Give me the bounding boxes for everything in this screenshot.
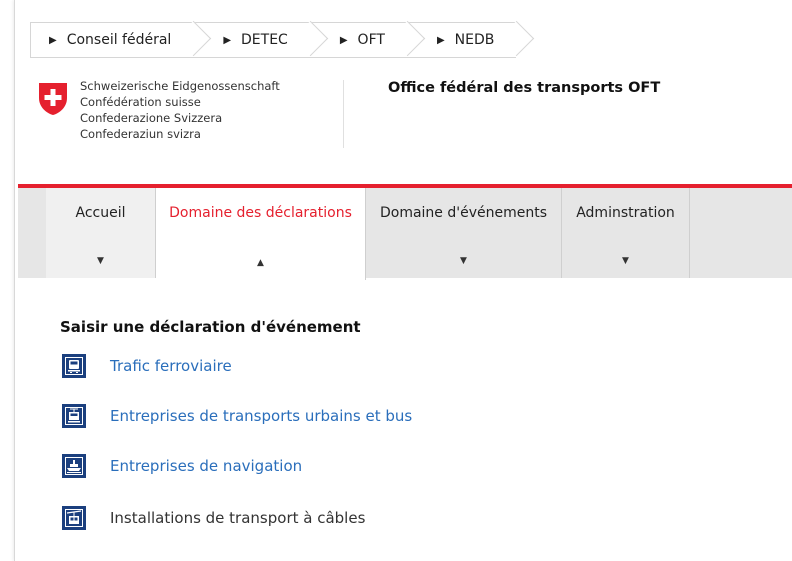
nav-tab-administration[interactable]: Adminstration ▼ xyxy=(562,188,690,278)
nav-tab-accueil[interactable]: Accueil ▼ xyxy=(46,188,156,278)
caret-right-icon: ▶ xyxy=(436,34,445,46)
link-label: Installations de transport à câbles xyxy=(110,509,366,527)
cable-car-icon xyxy=(62,506,86,530)
train-icon xyxy=(62,354,86,378)
swiss-coat-of-arms-logo[interactable] xyxy=(38,82,68,116)
breadcrumb-label: DETEC xyxy=(241,32,288,48)
link-trafic-ferroviaire[interactable]: Trafic ferroviaire xyxy=(62,354,232,378)
office-title[interactable]: Office fédéral des transports OFT xyxy=(388,80,660,96)
confederation-name-rm: Confederaziun svizra xyxy=(80,127,201,141)
link-label: Trafic ferroviaire xyxy=(110,357,232,375)
breadcrumb-item-conseil-federal[interactable]: ▶ Conseil fédéral xyxy=(30,20,212,58)
caret-right-icon: ▶ xyxy=(223,34,232,46)
section-title: Saisir une déclaration d'événement xyxy=(60,318,361,336)
confederation-name-it: Confederazione Svizzera xyxy=(80,111,223,125)
link-entreprises-navigation[interactable]: Entreprises de navigation xyxy=(62,454,302,478)
caret-right-icon: ▶ xyxy=(339,34,348,46)
nav-tab-label: Domaine d'événements xyxy=(379,205,548,221)
breadcrumb-label: Conseil fédéral xyxy=(66,32,172,48)
breadcrumb-item-detec[interactable]: ▶ DETEC xyxy=(193,20,329,58)
confederation-name-de: Schweizerische Eidgenossenschaft xyxy=(80,79,280,93)
confederation-names: Schweizerische Eidgenossenschaft Confédé… xyxy=(80,78,280,142)
nav-tab-label: Domaine des déclarations xyxy=(169,205,352,221)
header-divider xyxy=(343,80,344,148)
nav-tab-label: Accueil xyxy=(75,205,126,221)
breadcrumb-label: OFT xyxy=(357,32,385,48)
breadcrumb: ▶ Conseil fédéral ▶ DETEC ▶ OFT ▶ NEDB xyxy=(30,20,535,58)
chevron-down-icon: ▼ xyxy=(460,256,467,266)
link-label: Entreprises de transports urbains et bus xyxy=(110,407,413,425)
chevron-up-icon: ▲ xyxy=(257,258,264,268)
link-installations-cables[interactable]: Installations de transport à câbles xyxy=(62,506,365,530)
main-nav: Accueil ▼ Domaine des déclarations ▲ Dom… xyxy=(18,188,792,280)
link-transports-urbains-bus[interactable]: Entreprises de transports urbains et bus xyxy=(62,404,412,428)
link-label: Entreprises de navigation xyxy=(110,457,303,475)
nav-tab-domaine-evenements[interactable]: Domaine d'événements ▼ xyxy=(366,188,562,278)
nav-tab-label: Adminstration xyxy=(576,205,675,221)
caret-right-icon: ▶ xyxy=(49,34,57,46)
nav-tab-domaine-declarations[interactable]: Domaine des déclarations ▲ xyxy=(156,188,366,280)
confederation-name-fr: Confédération suisse xyxy=(80,95,201,109)
ship-icon xyxy=(62,454,86,478)
chevron-down-icon: ▼ xyxy=(97,256,104,266)
breadcrumb-label: NEDB xyxy=(454,32,495,48)
chevron-down-icon: ▼ xyxy=(622,256,629,266)
tram-icon xyxy=(62,404,86,428)
